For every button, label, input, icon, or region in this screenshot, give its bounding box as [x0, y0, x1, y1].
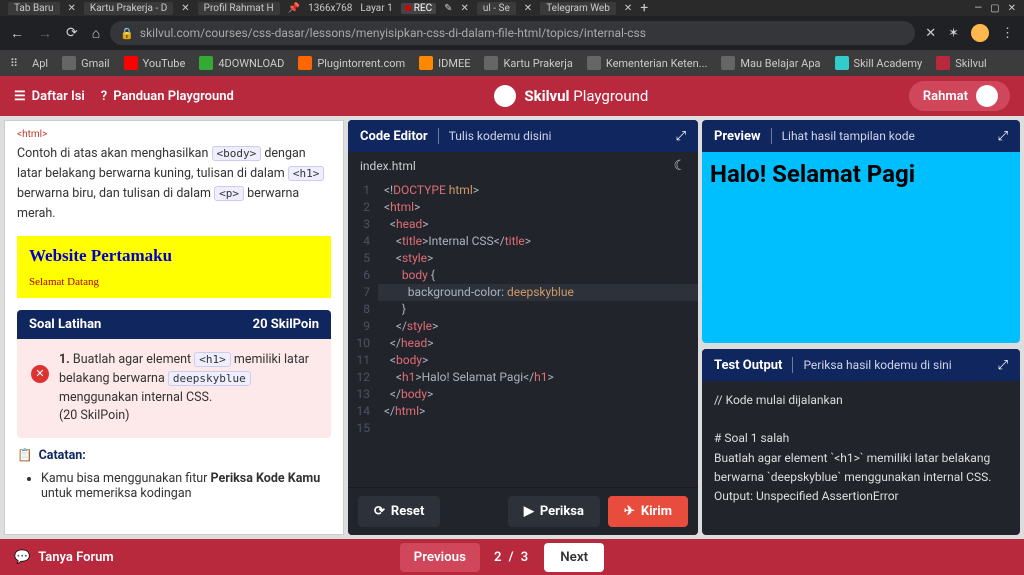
reset-button[interactable]: ⟳Reset: [358, 496, 440, 527]
bookmark[interactable]: Gmail: [62, 56, 109, 70]
maximize-icon[interactable]: ▢: [990, 3, 999, 14]
close-window-icon[interactable]: ✕: [1008, 3, 1016, 14]
url-text: skilvul.com/courses/css-dasar/lessons/me…: [140, 26, 646, 40]
app-header: ☰Daftar Isi ?Panduan Playground Skilvul …: [0, 76, 1024, 116]
bookmark[interactable]: Kartu Prakerja: [484, 56, 572, 70]
notes-section: 📋Catatan: Kamu bisa menggunakan fitur Pe…: [17, 438, 331, 511]
bottom-bar: 💬Tanya Forum Previous 2 / 3 Next: [0, 539, 1024, 575]
workspace: <html> Contoh di atas akan menghasilkan …: [0, 116, 1024, 539]
error-icon: ✕: [31, 365, 49, 383]
line-gutter: 123456789101112131415: [348, 180, 378, 487]
right-panel: Preview Lihat hasil tampilan kode ⤢ Halo…: [702, 120, 1020, 535]
panduan-button[interactable]: ?Panduan Playground: [101, 89, 234, 104]
user-avatar-icon: [976, 85, 998, 107]
profile-avatar[interactable]: [971, 24, 989, 42]
address-bar[interactable]: 🔒 skilvul.com/courses/css-dasar/lessons/…: [110, 21, 915, 45]
browser-tab[interactable]: ul - Se: [477, 2, 516, 15]
lock-icon: 🔒: [120, 27, 134, 40]
layer-label: Layar 1: [360, 3, 392, 14]
browser-tab[interactable]: Telegram Web: [540, 2, 616, 15]
close-icon[interactable]: ✕: [460, 3, 468, 14]
daftar-isi-button[interactable]: ☰Daftar Isi: [14, 89, 85, 104]
preview-body: Halo! Selamat Pagi: [702, 152, 1020, 343]
home-icon[interactable]: ⌂: [92, 25, 100, 42]
menu-icon[interactable]: ⋮: [1001, 26, 1014, 41]
bookmark[interactable]: Skilvul: [936, 56, 987, 70]
test-output-panel: Test Output Periksa hasil kodemu di sini…: [702, 349, 1020, 535]
bookmark[interactable]: Apl: [32, 57, 48, 70]
file-tab[interactable]: index.html ☾: [348, 152, 698, 180]
example-preview: Website Pertamaku Selamat Datang: [17, 236, 331, 298]
pager: 2 / 3: [494, 550, 530, 565]
pin-icon: 📌: [288, 3, 300, 14]
browser-tab[interactable]: Profil Rahmat H: [198, 2, 280, 15]
kirim-button[interactable]: ✈Kirim: [608, 496, 688, 527]
bookmarks-bar: ⠿ Apl Gmail YouTube 4DOWNLOAD Plugintorr…: [0, 50, 1024, 76]
previous-button[interactable]: Previous: [400, 543, 480, 572]
edit-icon[interactable]: ✎: [444, 3, 452, 14]
close-icon[interactable]: ✕: [68, 3, 76, 14]
extension-icon[interactable]: ✕: [925, 26, 936, 41]
expand-icon[interactable]: ⤢: [998, 358, 1008, 373]
user-badge[interactable]: Rahmat: [909, 81, 1010, 111]
preview-h1: Halo! Selamat Pagi: [710, 160, 1012, 188]
resolution-label: 1366x768: [308, 3, 352, 14]
bookmark[interactable]: Plugintorrent.com: [298, 56, 405, 70]
theme-toggle-icon[interactable]: ☾: [673, 158, 686, 174]
lesson-text: Contoh di atas akan menghasilkan <body> …: [17, 144, 331, 224]
reload-icon[interactable]: ⟳: [66, 25, 78, 42]
editor-panel: Code Editor Tulis kodemu disini ⤢ index.…: [348, 120, 698, 535]
close-icon[interactable]: ✕: [624, 3, 632, 14]
chat-icon: 💬: [14, 550, 30, 565]
bookmark[interactable]: Mau Belajar Apa: [721, 56, 820, 70]
editor-header: Code Editor Tulis kodemu disini ⤢: [348, 120, 698, 152]
bookmark[interactable]: Kementerian Keten...: [587, 56, 708, 70]
note-icon: 📋: [17, 448, 33, 463]
forum-button[interactable]: 💬Tanya Forum: [14, 550, 114, 565]
forward-icon[interactable]: →: [38, 25, 52, 42]
exercise-header: Soal Latihan 20 SkilPoin: [17, 310, 331, 339]
send-icon: ✈: [624, 504, 635, 519]
lesson-panel: <html> Contoh di atas akan menghasilkan …: [4, 120, 344, 535]
close-icon[interactable]: ✕: [524, 3, 532, 14]
preview-panel: Preview Lihat hasil tampilan kode ⤢ Halo…: [702, 120, 1020, 343]
output-body: // Kode mulai dijalankan # Soal 1 salah …: [702, 381, 1020, 535]
brand: Skilvul Playground: [494, 85, 648, 107]
help-icon: ?: [101, 89, 107, 104]
refresh-icon: ⟳: [374, 504, 385, 519]
browser-tab[interactable]: Kartu Prakerja - D: [84, 2, 173, 15]
code-editor[interactable]: 123456789101112131415 <!DOCTYPE html> <h…: [348, 180, 698, 487]
bookmark[interactable]: Skill Academy: [835, 56, 923, 70]
editor-footer: ⟳Reset ▶Periksa ✈Kirim: [348, 487, 698, 535]
bookmark[interactable]: 4DOWNLOAD: [199, 56, 284, 70]
bookmark[interactable]: YouTube: [124, 56, 186, 70]
minimize-icon[interactable]: —: [974, 3, 982, 14]
apps-icon[interactable]: ⠿: [10, 57, 18, 70]
expand-icon[interactable]: ⤢: [998, 129, 1008, 144]
menu-icon: ☰: [14, 89, 26, 104]
expand-icon[interactable]: ⤢: [676, 129, 686, 144]
bookmark[interactable]: IDMEE: [419, 56, 470, 70]
close-icon[interactable]: ✕: [181, 3, 189, 14]
extension-icon[interactable]: ✶: [948, 26, 959, 41]
browser-toolbar: ← → ⟳ ⌂ 🔒 skilvul.com/courses/css-dasar/…: [0, 16, 1024, 50]
browser-tab[interactable]: Tab Baru: [8, 2, 60, 15]
next-button[interactable]: Next: [544, 543, 604, 572]
play-icon: ▶: [524, 504, 534, 519]
new-tab-button[interactable]: +: [640, 0, 648, 16]
record-badge[interactable]: REC: [401, 3, 436, 14]
exercise-body: ✕ 1. Buatlah agar element <h1> memiliki …: [17, 339, 331, 438]
code-content[interactable]: <!DOCTYPE html> <html> <head> <title>Int…: [378, 180, 698, 487]
skilvul-logo-icon: [494, 85, 516, 107]
os-titlebar: Tab Baru ✕ Kartu Prakerja - D ✕ Profil R…: [0, 0, 1024, 16]
periksa-button[interactable]: ▶Periksa: [508, 496, 600, 527]
breadcrumb: <html>: [17, 129, 331, 140]
back-icon[interactable]: ←: [10, 25, 24, 42]
